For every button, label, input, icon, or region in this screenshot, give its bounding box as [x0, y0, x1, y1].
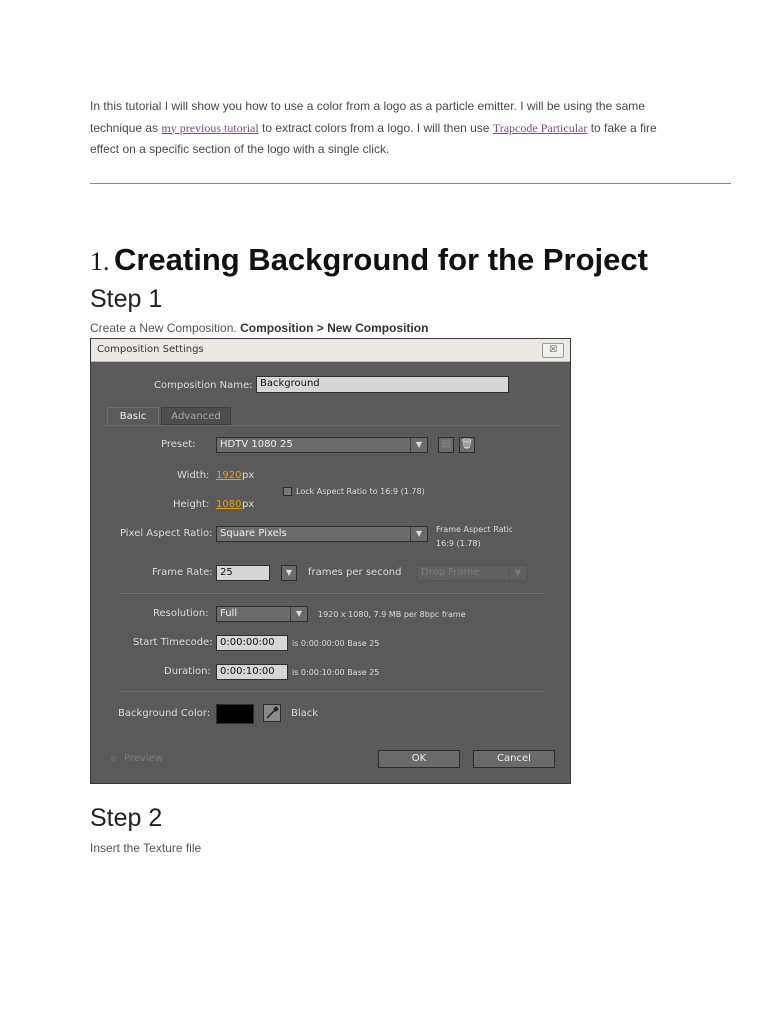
separator [121, 691, 545, 692]
pixel-aspect-value: Square Pixels [220, 528, 287, 539]
frame-rate-dropdown-button[interactable]: ▼ [281, 565, 297, 581]
drop-frame-value: Drop Frame [421, 567, 480, 578]
duration-info: is 0:00:10:00 Base 25 [292, 668, 380, 677]
tab-advanced[interactable]: Advanced [161, 407, 231, 425]
duration-label: Duration: [164, 666, 211, 677]
section-number: 1. [90, 247, 110, 276]
step-1-desc-text: Create a New Composition. [90, 321, 241, 335]
preview-checkbox[interactable] [109, 754, 118, 763]
preview-label: Preview [124, 753, 163, 764]
composition-settings-dialog: Composition Settings ☒ Composition Name:… [90, 338, 571, 784]
separator [121, 593, 545, 594]
tab-basic[interactable]: Basic [107, 407, 159, 425]
step-1-description: Create a New Composition. Composition > … [90, 321, 428, 335]
width-label: Width: [177, 470, 210, 481]
resolution-info: 1920 x 1080, 7.9 MB per 8bpc frame [318, 610, 466, 619]
section-title: Creating Background for the Project [113, 242, 648, 277]
start-timecode-input[interactable]: 0:00:00:00 [216, 635, 288, 651]
width-value[interactable]: 1920 [216, 470, 241, 481]
cancel-button[interactable]: Cancel [473, 750, 555, 768]
eyedropper-icon[interactable] [263, 704, 281, 722]
frame-rate-input[interactable]: 25 [216, 565, 270, 581]
frame-aspect-value: 16:9 (1.78) [436, 539, 481, 548]
close-button[interactable]: ☒ [542, 343, 564, 358]
chevron-down-icon: ▼ [290, 607, 307, 621]
preset-label: Preset: [161, 439, 196, 450]
lock-aspect-checkbox[interactable] [283, 487, 292, 496]
preset-dropdown[interactable]: HDTV 1080 25 ▼ [216, 437, 428, 453]
ok-button[interactable]: OK [378, 750, 460, 768]
height-unit: px [242, 499, 255, 510]
preset-value: HDTV 1080 25 [220, 439, 293, 450]
previous-tutorial-link[interactable]: my previous tutorial [161, 121, 258, 135]
pixel-aspect-dropdown[interactable]: Square Pixels ▼ [216, 526, 428, 542]
width-unit: px [242, 470, 255, 481]
duration-input[interactable]: 0:00:10:00 [216, 664, 288, 680]
dialog-title: Composition Settings [97, 344, 204, 355]
height-label: Height: [173, 499, 210, 510]
background-color-swatch[interactable] [216, 704, 254, 724]
background-color-label: Background Color: [118, 708, 211, 719]
frame-aspect-label: Frame Aspect Ratio: [436, 525, 512, 534]
frame-rate-label: Frame Rate: [152, 567, 213, 578]
pixel-aspect-label: Pixel Aspect Ratio: [120, 528, 213, 539]
start-timecode-label: Start Timecode: [133, 637, 213, 648]
height-value[interactable]: 1080 [216, 499, 241, 510]
delete-preset-icon[interactable]: 🗑 [459, 437, 475, 453]
save-preset-icon[interactable]: ▤ [438, 437, 454, 453]
lock-aspect-label: Lock Aspect Ratio to 16:9 (1.78) [296, 487, 425, 496]
dialog-titlebar: Composition Settings ☒ [91, 339, 570, 362]
section-heading: 1. Creating Background for the Project [90, 242, 648, 278]
resolution-label: Resolution: [153, 608, 209, 619]
chevron-down-icon: ▼ [410, 527, 427, 541]
fps-label: frames per second [308, 567, 402, 578]
intro-paragraph: In this tutorial I will show you how to … [90, 96, 680, 161]
horizontal-divider [90, 183, 731, 184]
background-color-name: Black [291, 708, 319, 719]
start-timecode-info: is 0:00:00:00 Base 25 [292, 639, 380, 648]
eyedropper-glyph [266, 706, 279, 719]
drop-frame-dropdown[interactable]: Drop Frame ▼ [417, 565, 527, 581]
step-1-title: Step 1 [90, 285, 163, 313]
step-2-description: Insert the Texture file [90, 841, 202, 855]
chevron-down-icon: ▼ [509, 566, 526, 580]
chevron-down-icon: ▼ [410, 438, 427, 452]
trapcode-particular-link[interactable]: Trapcode Particular [493, 121, 588, 135]
tabs-divider [103, 425, 560, 426]
comp-name-label: Composition Name: [154, 380, 253, 391]
resolution-value: Full [220, 608, 238, 619]
intro-text-2: to extract colors from a logo. I will th… [258, 120, 493, 135]
step-1-menu-path: Composition > New Composition [240, 321, 429, 335]
resolution-dropdown[interactable]: Full ▼ [216, 606, 308, 622]
comp-name-input[interactable]: Background [256, 376, 509, 393]
step-2-title: Step 2 [90, 804, 163, 832]
